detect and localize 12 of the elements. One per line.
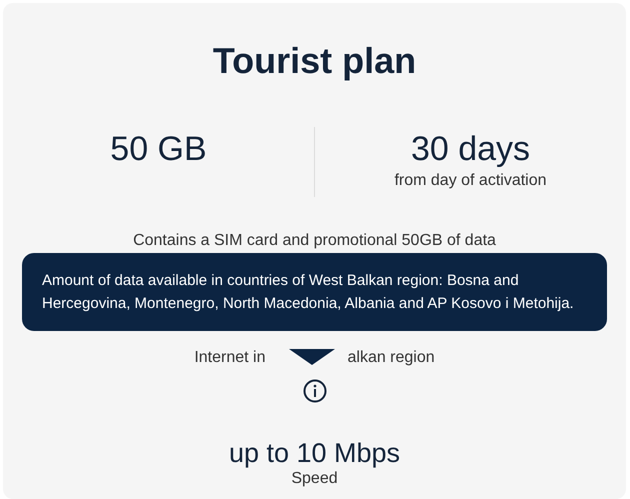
partial-text: alkan region — [347, 349, 435, 367]
stat-value: 50 GB — [110, 129, 207, 170]
stat-value: 30 days — [410, 129, 530, 170]
info-icon[interactable] — [302, 379, 326, 403]
tooltip-text: Amount of data available in countries of West Balkan region: Bosna and Hercegovina, Montenegro, North Macedonia, Albania and AP Kosovo i Metohija. — [42, 272, 574, 312]
stat-note: from day of activation — [394, 171, 547, 191]
description-text: Contains a SIM card and promotional 50GB of data — [133, 231, 496, 251]
speed-value: up to 10 Mbps — [228, 437, 400, 469]
plan-title: Tourist plan — [212, 39, 416, 83]
partial-text: Internet in — [194, 349, 266, 367]
speed-label: Speed — [291, 469, 338, 489]
tooltip-pointer — [289, 349, 335, 365]
